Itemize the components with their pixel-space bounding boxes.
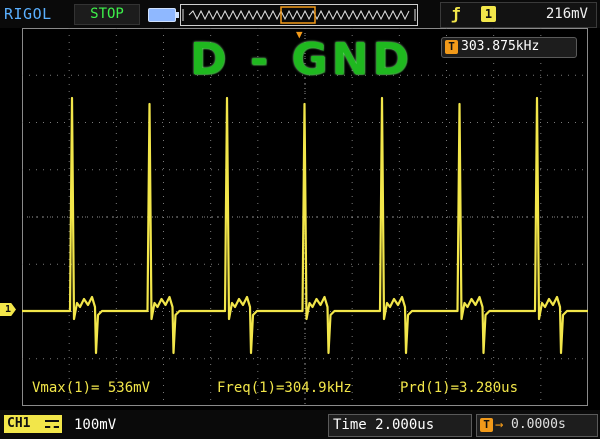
memory-waveform-icon [182,6,416,24]
frequency-counter-value: 303.875kHz [461,39,540,54]
horizontal-delay-value: 0.0000s [511,417,566,432]
ch1-ground-marker-icon[interactable]: 1 [0,303,16,316]
brand-logo: RIGOL [4,5,52,23]
measurement-freq: Freq(1)=304.9kHz [217,380,352,396]
channel1-badge[interactable]: CH1 [4,415,62,433]
battery-icon [148,8,179,22]
frequency-counter: T 303.875kHz [441,37,577,58]
horizontal-delay-panel[interactable]: T → 0.0000s [476,414,598,437]
measurement-period: Prd(1)=3.280us [400,380,519,396]
memory-depth-bar [180,4,418,26]
timebase-panel[interactable]: Time 2.000us [328,414,472,437]
trigger-level: 216mV [545,6,588,22]
trigger-t-icon: T [480,418,493,432]
channel1-scale[interactable]: 100mV [74,417,116,433]
trigger-t-icon: T [445,40,458,54]
overlay-title: D - GND [190,34,413,85]
ch1-waveform-trace [22,96,588,355]
channel1-label: CH1 [7,416,31,431]
trigger-channel-badge: 1 [481,6,496,22]
top-status-bar: RIGOL STOP ƒ 1 216mV [0,0,600,28]
rising-edge-icon: ƒ [451,4,461,23]
trigger-panel[interactable]: ƒ 1 216mV [440,2,597,28]
bottom-status-bar: CH1 100mV Time 2.000us T → 0.0000s [0,410,600,439]
arrow-right-icon: → [495,417,504,433]
timebase-value: Time 2.000us [333,417,435,433]
run-stop-status[interactable]: STOP [74,4,140,25]
dc-coupling-icon [45,420,59,428]
measurement-vmax: Vmax(1)= 536mV [32,380,151,396]
